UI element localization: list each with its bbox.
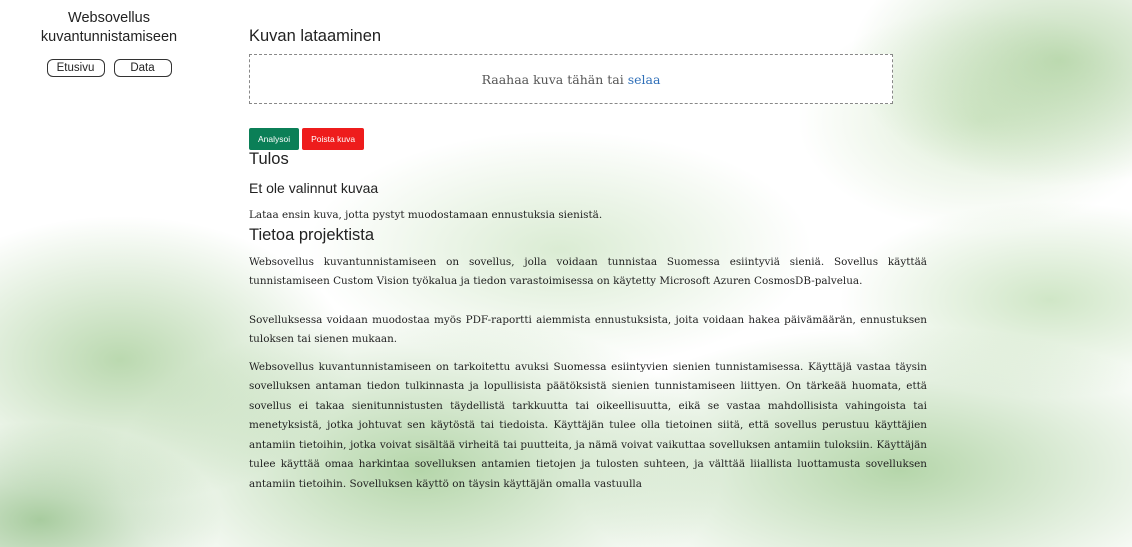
browse-link[interactable]: selaa	[628, 72, 661, 87]
site-title: Websovellus kuvantunnistamiseen	[20, 9, 198, 47]
upload-heading: Kuvan lataaminen	[249, 27, 382, 45]
image-dropzone[interactable]: Raahaa kuva tähän tai selaa	[249, 54, 893, 104]
about-paragraph-2: Sovelluksessa voidaan muodostaa myös PDF…	[249, 313, 927, 346]
about-paragraph-3: Websovellus kuvantunnistamiseen on tarko…	[249, 360, 927, 490]
delete-image-button[interactable]: Poista kuva	[302, 128, 365, 150]
site-title-line1: Websovellus	[68, 10, 150, 26]
nav-home-button[interactable]: Etusivu	[46, 59, 105, 77]
result-message: Lataa ensin kuva, jotta pystyt muodostam…	[249, 209, 603, 221]
sidebar: Websovellus kuvantunnistamiseen Etusivu …	[20, 9, 198, 77]
result-heading: Tulos	[249, 150, 289, 168]
nav-bar: Etusivu Data	[20, 59, 198, 77]
nav-data-button[interactable]: Data	[113, 59, 172, 77]
dropzone-text: Raahaa kuva tähän tai	[481, 71, 624, 87]
about-paragraph-1: Websovellus kuvantunnistamiseen on sovel…	[249, 255, 927, 288]
analyze-button[interactable]: Analysoi	[249, 128, 300, 150]
action-buttons: Analysoi Poista kuva	[249, 128, 927, 150]
result-status: Et ole valinnut kuvaa	[249, 180, 379, 196]
about-heading: Tietoa projektista	[249, 225, 375, 244]
main-content: Kuvan lataaminen Raahaa kuva tähän tai s…	[249, 27, 927, 494]
site-title-line2: kuvantunnistamiseen	[40, 29, 178, 45]
